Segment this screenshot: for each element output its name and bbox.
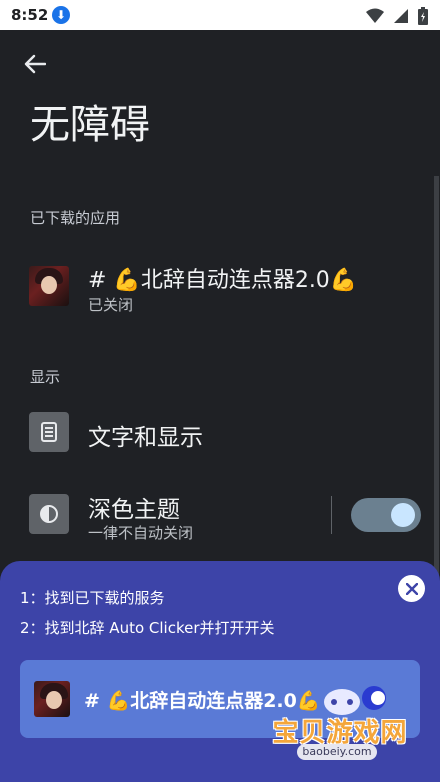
battery-icon [418,6,428,25]
dark-theme-icon [29,494,69,534]
app-status: 已关闭 [88,296,134,314]
scrollbar[interactable] [434,176,439,576]
watermark: 宝贝游戏网 baobeiy.com [265,700,440,782]
toggle-knob [391,503,415,527]
downloaded-app-item[interactable]: # 💪北辞自动连点器2.0💪 已关闭 [0,248,430,328]
page-title: 无障碍 [30,102,150,148]
app-icon [34,681,70,717]
text-and-display-label: 文字和显示 [88,425,203,451]
download-badge-icon: ⬇ [52,6,70,24]
text-display-icon [29,412,69,452]
guide-step-2: 2：找到北辞 Auto Clicker并打开开关 [20,619,275,637]
divider [331,496,332,534]
status-bar: 8:52 ⬇ [0,0,440,30]
status-time: 8:52 [11,6,49,24]
close-icon [405,582,418,595]
section-header-downloaded-apps: 已下载的应用 [30,209,121,227]
dark-theme-subtitle: 一律不自动关闭 [88,524,194,542]
system-icons [362,5,428,25]
dark-theme-label: 深色主题 [88,497,180,523]
section-header-display: 显示 [30,368,61,386]
close-button[interactable] [398,575,425,602]
dark-theme-toggle[interactable] [351,498,421,532]
text-and-display-item[interactable]: 文字和显示 [0,398,430,468]
guide-step-1: 1：找到已下载的服务 [20,589,165,607]
app-icon [29,266,69,306]
back-button[interactable] [18,48,52,80]
signal-icon [393,8,408,23]
watermark-url: baobeiy.com [297,744,377,760]
wifi-icon [365,8,384,23]
arrow-back-icon [24,54,46,74]
app-name: # 💪北辞自动连点器2.0💪 [88,268,358,293]
